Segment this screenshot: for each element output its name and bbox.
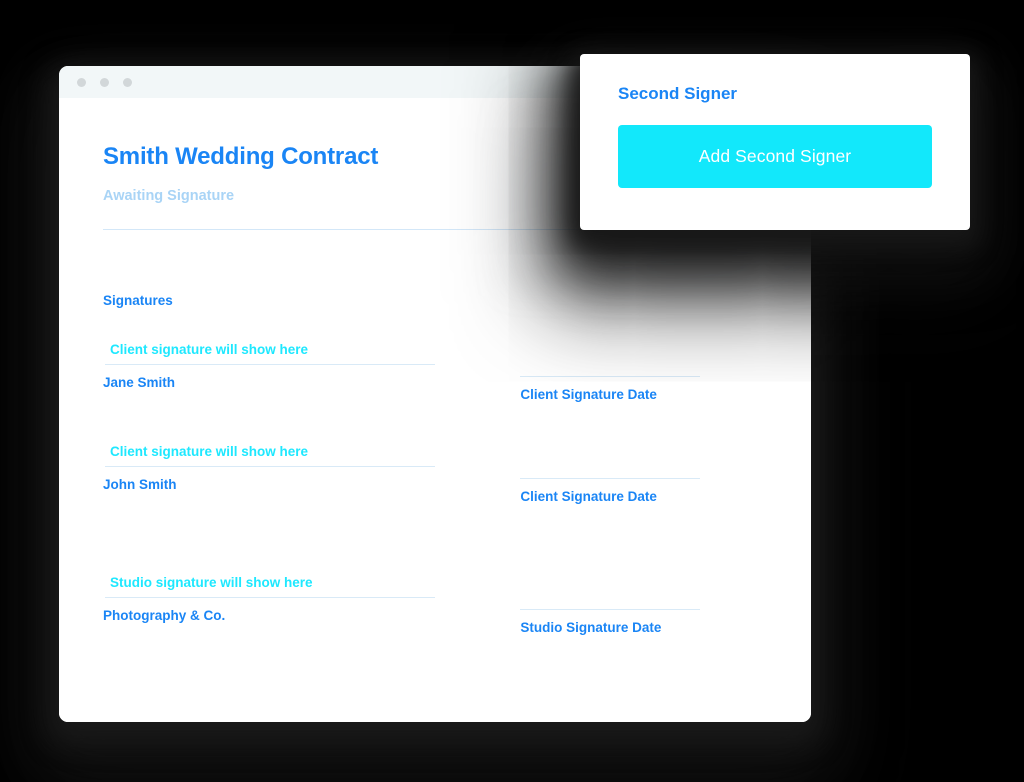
signature-column-left: Studio signature will show here Photogra… (103, 575, 520, 635)
signature-placeholder[interactable]: Client signature will show here (103, 342, 520, 357)
signer-name: Jane Smith (103, 375, 176, 390)
window-minimize-dot-icon[interactable] (100, 77, 109, 87)
signature-date-label: Studio Signature Date (520, 620, 662, 635)
window-close-dot-icon[interactable] (77, 77, 86, 87)
add-second-signer-button[interactable]: Add Second Signer (618, 125, 932, 188)
signature-column-right: Studio Signature Date (520, 575, 767, 635)
signer-name: Photography & Co. (103, 608, 226, 623)
second-signer-popup-card: Second Signer Add Second Signer (580, 54, 970, 230)
signature-block-2: Client signature will show here John Smi… (103, 444, 767, 504)
signature-column-left: Client signature will show here Jane Smi… (103, 342, 520, 402)
signature-row: Studio signature will show here Photogra… (103, 575, 767, 635)
second-signer-title: Second Signer (618, 84, 738, 103)
signature-block-1: Client signature will show here Jane Smi… (103, 342, 767, 402)
signature-placeholder[interactable]: Studio signature will show here (103, 575, 520, 590)
signature-row: Client signature will show here Jane Smi… (103, 342, 767, 402)
signature-row: Client signature will show here John Smi… (103, 444, 767, 504)
signature-block-3: Studio signature will show here Photogra… (103, 575, 767, 635)
signature-column-right: Client Signature Date (520, 342, 767, 402)
page-background: Smith Wedding Contract Awaiting Signatur… (0, 0, 1024, 782)
signature-date-label: Client Signature Date (520, 387, 657, 402)
signature-placeholder[interactable]: Client signature will show here (103, 444, 520, 459)
signature-column-right: Client Signature Date (520, 444, 767, 504)
signatures-section-heading: Signatures (103, 293, 173, 308)
signer-name: John Smith (103, 477, 177, 492)
signature-column-left: Client signature will show here John Smi… (103, 444, 520, 504)
signature-date-label: Client Signature Date (520, 489, 657, 504)
window-maximize-dot-icon[interactable] (123, 77, 132, 87)
